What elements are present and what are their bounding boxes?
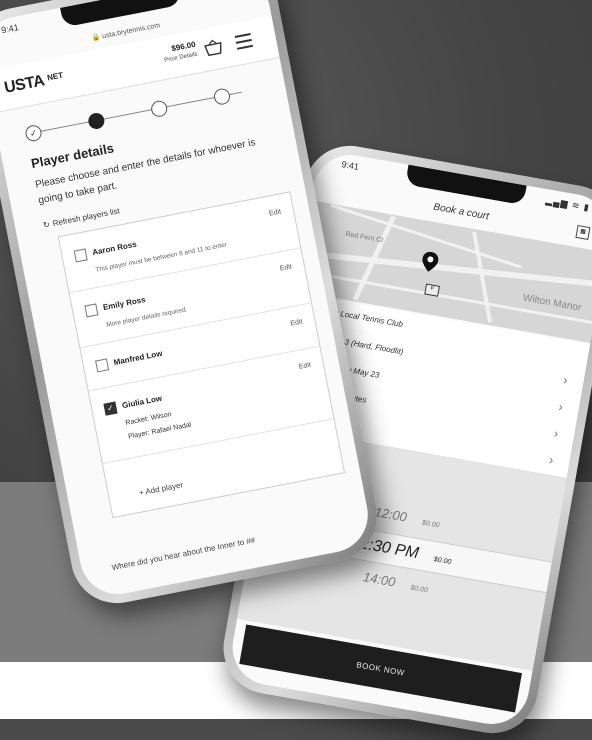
step-upcoming xyxy=(149,99,169,119)
player-checkbox[interactable] xyxy=(73,248,88,263)
calendar-icon[interactable]: ▦ xyxy=(575,224,591,241)
survey-question: Where did you hear about the Inner to ## xyxy=(111,535,256,573)
parking-icon: P xyxy=(424,283,440,297)
slot-time: 14:00 xyxy=(361,569,397,590)
status-time: 9:41 xyxy=(0,22,20,36)
checked-checkbox-icon[interactable]: ✓ xyxy=(103,401,118,416)
add-player-button[interactable]: + Add player xyxy=(138,480,184,497)
player-list: Aaron Ross This player must be between 8… xyxy=(57,191,346,519)
player-name: Aaron Ross xyxy=(91,239,138,258)
refresh-icon: ↻ xyxy=(42,219,51,230)
chevron-right-icon: › xyxy=(548,452,555,468)
slot-price: $0.00 xyxy=(433,556,452,567)
player-name: Emily Ross xyxy=(102,294,147,313)
edit-player-link[interactable]: Edit xyxy=(290,318,303,327)
edit-player-link[interactable]: Edit xyxy=(269,208,282,217)
basket-icon[interactable] xyxy=(203,38,224,57)
map-pin-icon[interactable] xyxy=(420,251,439,273)
refresh-label: Refresh players list xyxy=(51,206,121,229)
status-time: 9:41 xyxy=(340,159,360,173)
step-complete: ✓ xyxy=(24,123,43,143)
player-name: Manfred Low xyxy=(112,348,164,368)
player-name: Giulia Low xyxy=(121,393,163,411)
status-icons: ▂▄▆ ≋ ▮ xyxy=(544,195,591,213)
player-checkbox[interactable] xyxy=(95,358,110,373)
hamburger-menu-icon[interactable] xyxy=(234,32,254,50)
page-description: Please choose and enter the details for … xyxy=(34,137,257,207)
slot-time: 12:00 xyxy=(373,504,409,525)
step-current xyxy=(86,111,106,131)
edit-player-link[interactable]: Edit xyxy=(298,362,311,371)
chevron-right-icon: › xyxy=(557,399,564,415)
price-details-link[interactable]: Price Details xyxy=(164,52,198,64)
player-note: More player details required. xyxy=(105,306,189,329)
slot-price: $0.00 xyxy=(409,584,429,595)
chevron-right-icon: › xyxy=(562,372,569,388)
logo-tag: NET xyxy=(46,70,64,83)
map-street-label: Red Fern Ct xyxy=(344,230,384,245)
slot-price: $0.00 xyxy=(421,519,440,530)
player-racket: Racket: Wilson xyxy=(124,411,173,427)
edit-player-link[interactable]: Edit xyxy=(279,263,292,272)
player-checkbox[interactable] xyxy=(84,303,99,318)
usta-logo[interactable]: USTA xyxy=(3,72,46,97)
step-upcoming xyxy=(212,87,232,106)
chevron-right-icon: › xyxy=(552,426,560,441)
